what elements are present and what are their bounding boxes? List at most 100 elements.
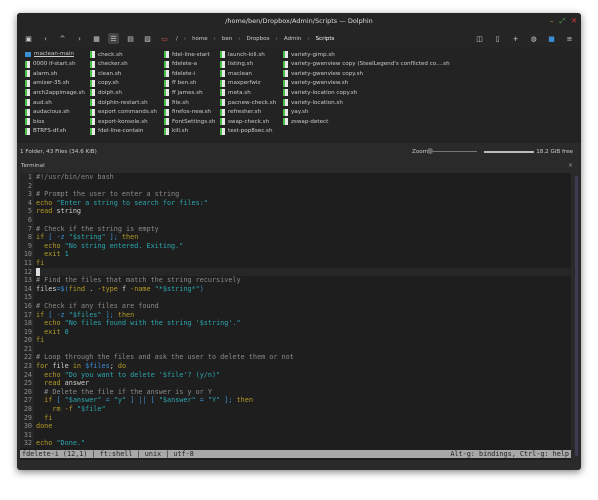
- panel-icon[interactable]: ▣: [23, 33, 34, 44]
- file-item[interactable]: pacnew-check.sh: [220, 99, 276, 106]
- file-item[interactable]: test-pop8sec.sh: [220, 127, 273, 135]
- icons-view-icon[interactable]: ▦: [91, 33, 102, 44]
- line-code: files=$(find . -type f -name "*$string*"…: [34, 285, 204, 294]
- file-item[interactable]: yay.sh: [283, 108, 309, 116]
- file-name: fdel-line-contain: [98, 128, 144, 135]
- file-item[interactable]: maclean-main: [25, 51, 74, 57]
- compact-view-icon[interactable]: ☰: [108, 33, 119, 44]
- file-item[interactable]: fdelete-i: [164, 70, 195, 78]
- file-item[interactable]: aud.sh: [25, 99, 52, 106]
- maximize-icon[interactable]: ⤢: [560, 13, 566, 30]
- file-item[interactable]: fdel-line-start: [164, 51, 210, 58]
- toolbar: ▣ ‹ ^ › ▦ ☰ ▤ ▧ ▭ / › home › ben › Dropbox ›…: [17, 30, 581, 47]
- file-item[interactable]: check.sh: [90, 51, 123, 58]
- line-code: echo "Do you want to delete '$file'? (y/…: [34, 371, 220, 380]
- file-item[interactable]: variety-gwenview copy (SteelLegend's con…: [283, 60, 450, 68]
- file-item[interactable]: FontSettings.sh: [164, 118, 215, 126]
- new-icon[interactable]: +: [510, 33, 521, 44]
- preview-icon[interactable]: ▧: [142, 33, 153, 44]
- file-item[interactable]: zswap-detect: [283, 118, 328, 126]
- terminal[interactable]: 1 #!/usr/bin/env bash 2 3 # Prompt the user …: [20, 173, 571, 460]
- file-item[interactable]: swap-check.sh: [220, 118, 269, 126]
- code-token: "No string entered. Exiting.": [64, 241, 184, 250]
- file-item[interactable]: kill.sh: [164, 127, 188, 135]
- file-item[interactable]: export-konsole.sh: [90, 118, 148, 126]
- file-item[interactable]: copy.sh: [90, 79, 119, 87]
- file-item[interactable]: file.sh: [164, 99, 189, 106]
- code-token: string: [56, 207, 82, 216]
- text-cursor: [36, 267, 40, 276]
- breadcrumb-scripts[interactable]: Scripts: [316, 36, 335, 42]
- file-item[interactable]: ff ben.sh: [164, 79, 196, 87]
- close-terminal-icon[interactable]: ×: [568, 162, 573, 169]
- file-item[interactable]: BTRFS-df.sh: [25, 127, 67, 135]
- zoom-slider-handle[interactable]: [427, 148, 433, 154]
- line-code: echo "Enter a string to search for files…: [34, 199, 208, 208]
- file-item[interactable]: firefox-new.sh: [164, 108, 211, 116]
- back-icon[interactable]: ‹: [40, 33, 51, 44]
- file-item[interactable]: meta.sh: [220, 89, 251, 97]
- globe-icon[interactable]: ◍: [528, 33, 539, 44]
- file-item[interactable]: variety-gwenview.sh: [283, 79, 348, 87]
- code-token: echo: [36, 198, 57, 207]
- file-item[interactable]: dolphin-restart.sh: [90, 99, 148, 106]
- file-name: checker.sh: [98, 61, 128, 68]
- file-item[interactable]: checker.sh: [90, 60, 128, 68]
- file-name: maxperfwiz: [228, 80, 261, 87]
- file-item[interactable]: variety-location copy.sh: [283, 89, 358, 97]
- forward-icon[interactable]: ›: [74, 33, 85, 44]
- document-icon[interactable]: ■: [546, 33, 557, 44]
- file-name: BTRFS-df.sh: [33, 128, 67, 135]
- file-item[interactable]: refresher.sh: [220, 108, 261, 116]
- file-item[interactable]: ff james.sh: [164, 89, 203, 97]
- terminal-scrollbar[interactable]: [575, 176, 578, 456]
- file-item[interactable]: clean.sh: [90, 70, 121, 78]
- breadcrumb-ben[interactable]: ben: [222, 36, 232, 42]
- line-number: 14: [20, 284, 34, 294]
- file-item[interactable]: amixer-35.sh: [25, 79, 69, 87]
- file-item[interactable]: listing.sh: [220, 60, 253, 68]
- file-item[interactable]: launch-kill.sh: [220, 51, 265, 58]
- details-view-icon[interactable]: ▤: [125, 33, 136, 44]
- file-item[interactable]: export commands.sh: [90, 108, 157, 116]
- close-icon[interactable]: ✕: [571, 13, 577, 30]
- file-item[interactable]: bios: [25, 118, 44, 126]
- breadcrumb-root[interactable]: /: [176, 36, 178, 42]
- breadcrumb-home[interactable]: home: [192, 36, 208, 42]
- file-item[interactable]: variety-gimp.sh: [283, 51, 335, 58]
- file-item[interactable]: fdel-line-contain: [90, 127, 144, 135]
- code-token: in: [72, 362, 86, 371]
- code-line: 11 fi: [20, 258, 571, 268]
- breadcrumb-dropbox[interactable]: Dropbox: [246, 36, 269, 42]
- code-line: 3 # Prompt the user to enter a string: [20, 190, 571, 199]
- editor-status-line: fdelete-i (12,1) | ft:shell | unix | utf…: [20, 450, 571, 458]
- file-item[interactable]: audacious.sh: [25, 108, 70, 116]
- menu-icon[interactable]: ≡: [564, 33, 575, 44]
- line-number: 32: [20, 439, 34, 448]
- title-bar: /home/ben/Dropbox/Admin/Scripts — Dolphi…: [17, 13, 581, 30]
- line-number: 19: [20, 327, 34, 337]
- file-name: variety-location copy.sh: [291, 89, 358, 96]
- split-icon[interactable]: ◫: [474, 33, 485, 44]
- file-name: file.sh: [172, 99, 189, 106]
- file-item[interactable]: variety-gwenview copy.sh: [283, 70, 363, 78]
- file-item[interactable]: dolph.sh: [90, 89, 122, 97]
- file-item[interactable]: variety-location.sh: [283, 99, 343, 106]
- file-item[interactable]: alarm.sh: [25, 70, 57, 78]
- line-code: # Delete the file if the answer is y or …: [34, 388, 212, 397]
- phone-icon[interactable]: ▯: [492, 33, 503, 44]
- line-number: 5: [20, 207, 34, 216]
- file-item[interactable]: 0000 if-start.sh: [25, 60, 76, 68]
- zoom-slider[interactable]: [429, 151, 477, 152]
- breadcrumb-admin[interactable]: Admin: [284, 36, 302, 42]
- editor-code[interactable]: 1 #!/usr/bin/env bash 2 3 # Prompt the user …: [20, 173, 571, 448]
- file-item[interactable]: arch2appimage.sh: [25, 89, 85, 97]
- file-item[interactable]: maxperfwiz: [220, 79, 261, 87]
- minimize-icon[interactable]: –: [550, 13, 554, 30]
- file-item[interactable]: fdelete-a: [164, 60, 197, 68]
- file-item[interactable]: maclean: [220, 70, 252, 78]
- code-token: exit: [36, 250, 65, 259]
- code-token: then: [121, 233, 139, 242]
- up-icon[interactable]: ^: [57, 33, 68, 44]
